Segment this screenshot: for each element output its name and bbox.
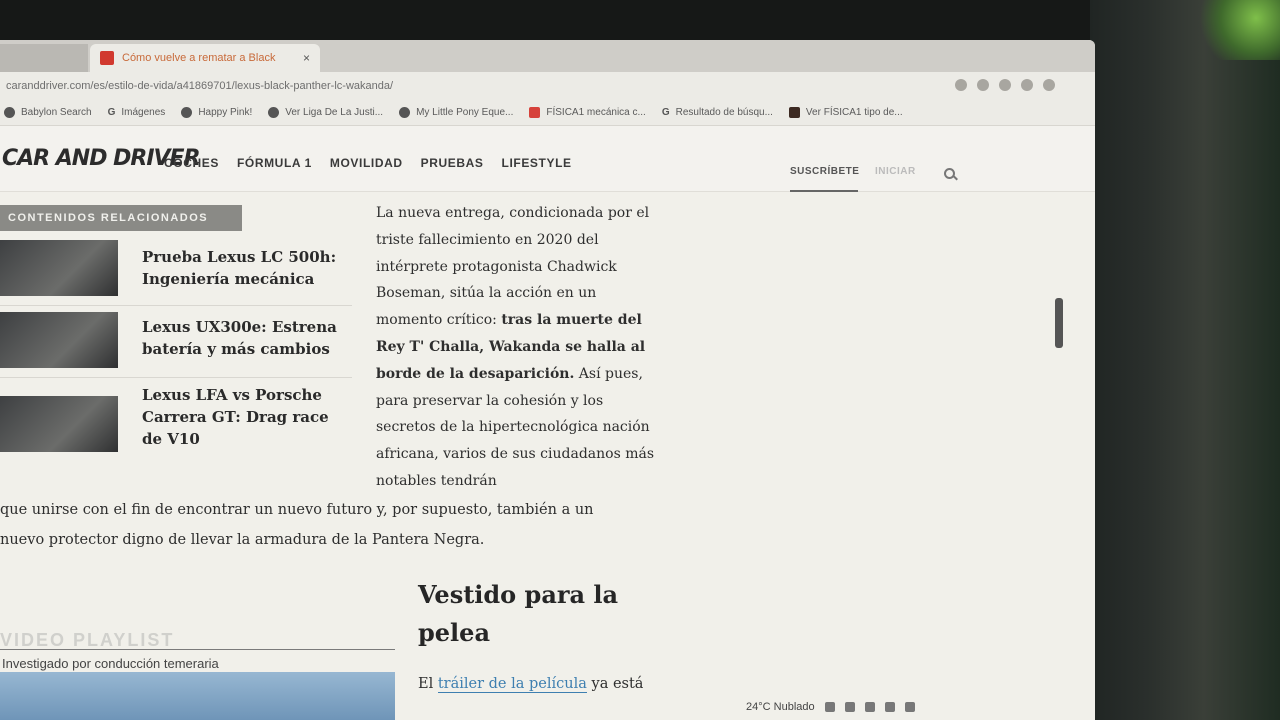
related-title[interactable]: Lexus LFA vs Porsche Carrera GT: Drag ra… bbox=[142, 384, 352, 462]
site-favicon-icon bbox=[100, 51, 114, 65]
related-thumbnail[interactable] bbox=[0, 312, 118, 368]
site-header: CAR AND DRIVER COCHES FÓRMULA 1 MOVILIDA… bbox=[0, 126, 1095, 192]
bookmark-label: Happy Pink! bbox=[198, 107, 253, 118]
bookmark[interactable]: Ver FÍSICA1 tipo de... bbox=[788, 107, 903, 118]
video-playlist-heading: VIDEO PLAYLIST bbox=[0, 630, 395, 650]
system-tray: 24°C Nublado bbox=[740, 694, 1095, 720]
bookmark[interactable]: G Imágenes bbox=[108, 107, 166, 118]
subscribe-underline bbox=[790, 190, 858, 192]
globe-icon bbox=[399, 107, 411, 118]
video-caption[interactable]: Investigado por conducción temeraria bbox=[2, 656, 219, 671]
article-text: ya está bbox=[586, 676, 644, 692]
article-continuation: que unirse con el fin de encontrar un nu… bbox=[0, 495, 660, 555]
related-item[interactable]: Lexus LFA vs Porsche Carrera GT: Drag ra… bbox=[0, 384, 352, 462]
bookmark-label: Imágenes bbox=[121, 107, 166, 118]
bookmark[interactable]: FÍSICA1 mecánica c... bbox=[529, 107, 646, 118]
bookmark[interactable]: Ver Liga De La Justi... bbox=[268, 107, 383, 118]
main-nav: COCHES FÓRMULA 1 MOVILIDAD PRUEBAS LIFES… bbox=[164, 156, 572, 170]
article-text: Así pues, para preservar la cohesión y l… bbox=[376, 365, 655, 489]
related-item[interactable]: Lexus UX300e: Estrena batería y más camb… bbox=[0, 312, 352, 378]
scrollbar-thumb[interactable] bbox=[1055, 298, 1063, 348]
subscribe-link[interactable]: SUSCRÍBETE bbox=[790, 166, 859, 177]
article-line: El tráiler de la película ya está bbox=[418, 676, 644, 693]
bookmark[interactable]: Happy Pink! bbox=[181, 107, 252, 118]
url-text[interactable]: caranddriver.com/es/estilo-de-vida/a4186… bbox=[6, 80, 393, 92]
bookmark-label: Resultado de búsqu... bbox=[675, 107, 773, 118]
related-title[interactable]: Prueba Lexus LC 500h: Ingeniería mecánic… bbox=[142, 240, 352, 305]
dot-icon bbox=[4, 107, 15, 118]
nav-coches[interactable]: COCHES bbox=[164, 156, 219, 170]
volume-icon[interactable] bbox=[904, 702, 915, 712]
chevron-up-icon[interactable] bbox=[824, 702, 835, 712]
nav-formula1[interactable]: FÓRMULA 1 bbox=[237, 156, 312, 170]
weather-text[interactable]: 24°C Nublado bbox=[746, 701, 815, 713]
bookmark-label: Ver Liga De La Justi... bbox=[285, 107, 384, 118]
search-icon[interactable] bbox=[944, 168, 955, 179]
video-thumbnail[interactable] bbox=[0, 672, 395, 720]
google-icon: G bbox=[107, 107, 116, 118]
extension-icon[interactable] bbox=[999, 79, 1011, 91]
google-icon: G bbox=[661, 107, 670, 118]
bookmark[interactable]: My Little Pony Eque... bbox=[399, 107, 513, 118]
related-content-label: CONTENIDOS RELACIONADOS bbox=[0, 205, 242, 231]
globe-icon bbox=[181, 107, 193, 118]
nav-movilidad[interactable]: MOVILIDAD bbox=[330, 156, 403, 170]
related-thumbnail[interactable] bbox=[0, 396, 118, 452]
related-title[interactable]: Lexus UX300e: Estrena batería y más camb… bbox=[142, 312, 352, 377]
section-heading: Vestido para la pelea bbox=[418, 580, 619, 647]
article-text: La nueva entrega, condicionada por el tr… bbox=[376, 205, 650, 329]
screen-bezel-top bbox=[0, 0, 1280, 42]
network-icon[interactable] bbox=[864, 702, 875, 712]
address-bar[interactable]: caranddriver.com/es/estilo-de-vida/a4186… bbox=[0, 72, 1095, 100]
tab-inactive[interactable] bbox=[0, 44, 88, 72]
browser-window: Cómo vuelve a rematar a Black × caranddr… bbox=[0, 40, 1095, 720]
close-tab-icon[interactable]: × bbox=[303, 51, 310, 65]
puzzle-icon[interactable] bbox=[1021, 79, 1033, 91]
article-text: El bbox=[418, 676, 438, 692]
browser-toolbar-icons bbox=[955, 79, 1055, 91]
related-thumbnail[interactable] bbox=[0, 240, 118, 296]
bookmark-label: Babylon Search bbox=[21, 107, 92, 118]
share-icon[interactable] bbox=[955, 79, 967, 91]
bookmark[interactable]: Babylon Search bbox=[4, 107, 92, 118]
screen-bezel-right bbox=[1090, 0, 1280, 720]
globe-icon bbox=[268, 107, 280, 118]
nav-lifestyle[interactable]: LIFESTYLE bbox=[502, 156, 572, 170]
tab-active[interactable]: Cómo vuelve a rematar a Black × bbox=[90, 44, 320, 72]
red-square-icon bbox=[529, 107, 541, 118]
related-item[interactable]: Prueba Lexus LC 500h: Ingeniería mecánic… bbox=[0, 240, 352, 306]
profile-icon[interactable] bbox=[1043, 79, 1055, 91]
login-link[interactable]: INICIAR bbox=[875, 166, 916, 177]
tab-title: Cómo vuelve a rematar a Black bbox=[122, 52, 276, 64]
article-line: nuevo protector digno de llevar la armad… bbox=[0, 532, 485, 548]
background-light bbox=[1200, 0, 1280, 60]
bookmarks-bar: Babylon Search G Imágenes Happy Pink! Ver… bbox=[0, 100, 1095, 126]
battery-icon[interactable] bbox=[884, 702, 895, 712]
bookmark-label: My Little Pony Eque... bbox=[416, 107, 514, 118]
tab-strip: Cómo vuelve a rematar a Black × bbox=[0, 40, 1095, 72]
bookmark[interactable]: G Resultado de búsqu... bbox=[662, 107, 773, 118]
article-paragraph: La nueva entrega, condicionada por el tr… bbox=[376, 200, 661, 495]
trailer-link[interactable]: tráiler de la película bbox=[437, 676, 587, 693]
nav-pruebas[interactable]: PRUEBAS bbox=[421, 156, 484, 170]
bookmark-label: Ver FÍSICA1 tipo de... bbox=[805, 107, 903, 118]
star-icon[interactable] bbox=[977, 79, 989, 91]
bookmark-label: FÍSICA1 mecánica c... bbox=[546, 107, 646, 118]
dark-square-icon bbox=[788, 107, 800, 118]
article-line: que unirse con el fin de encontrar un nu… bbox=[0, 502, 594, 518]
clock-icon[interactable] bbox=[844, 702, 855, 712]
